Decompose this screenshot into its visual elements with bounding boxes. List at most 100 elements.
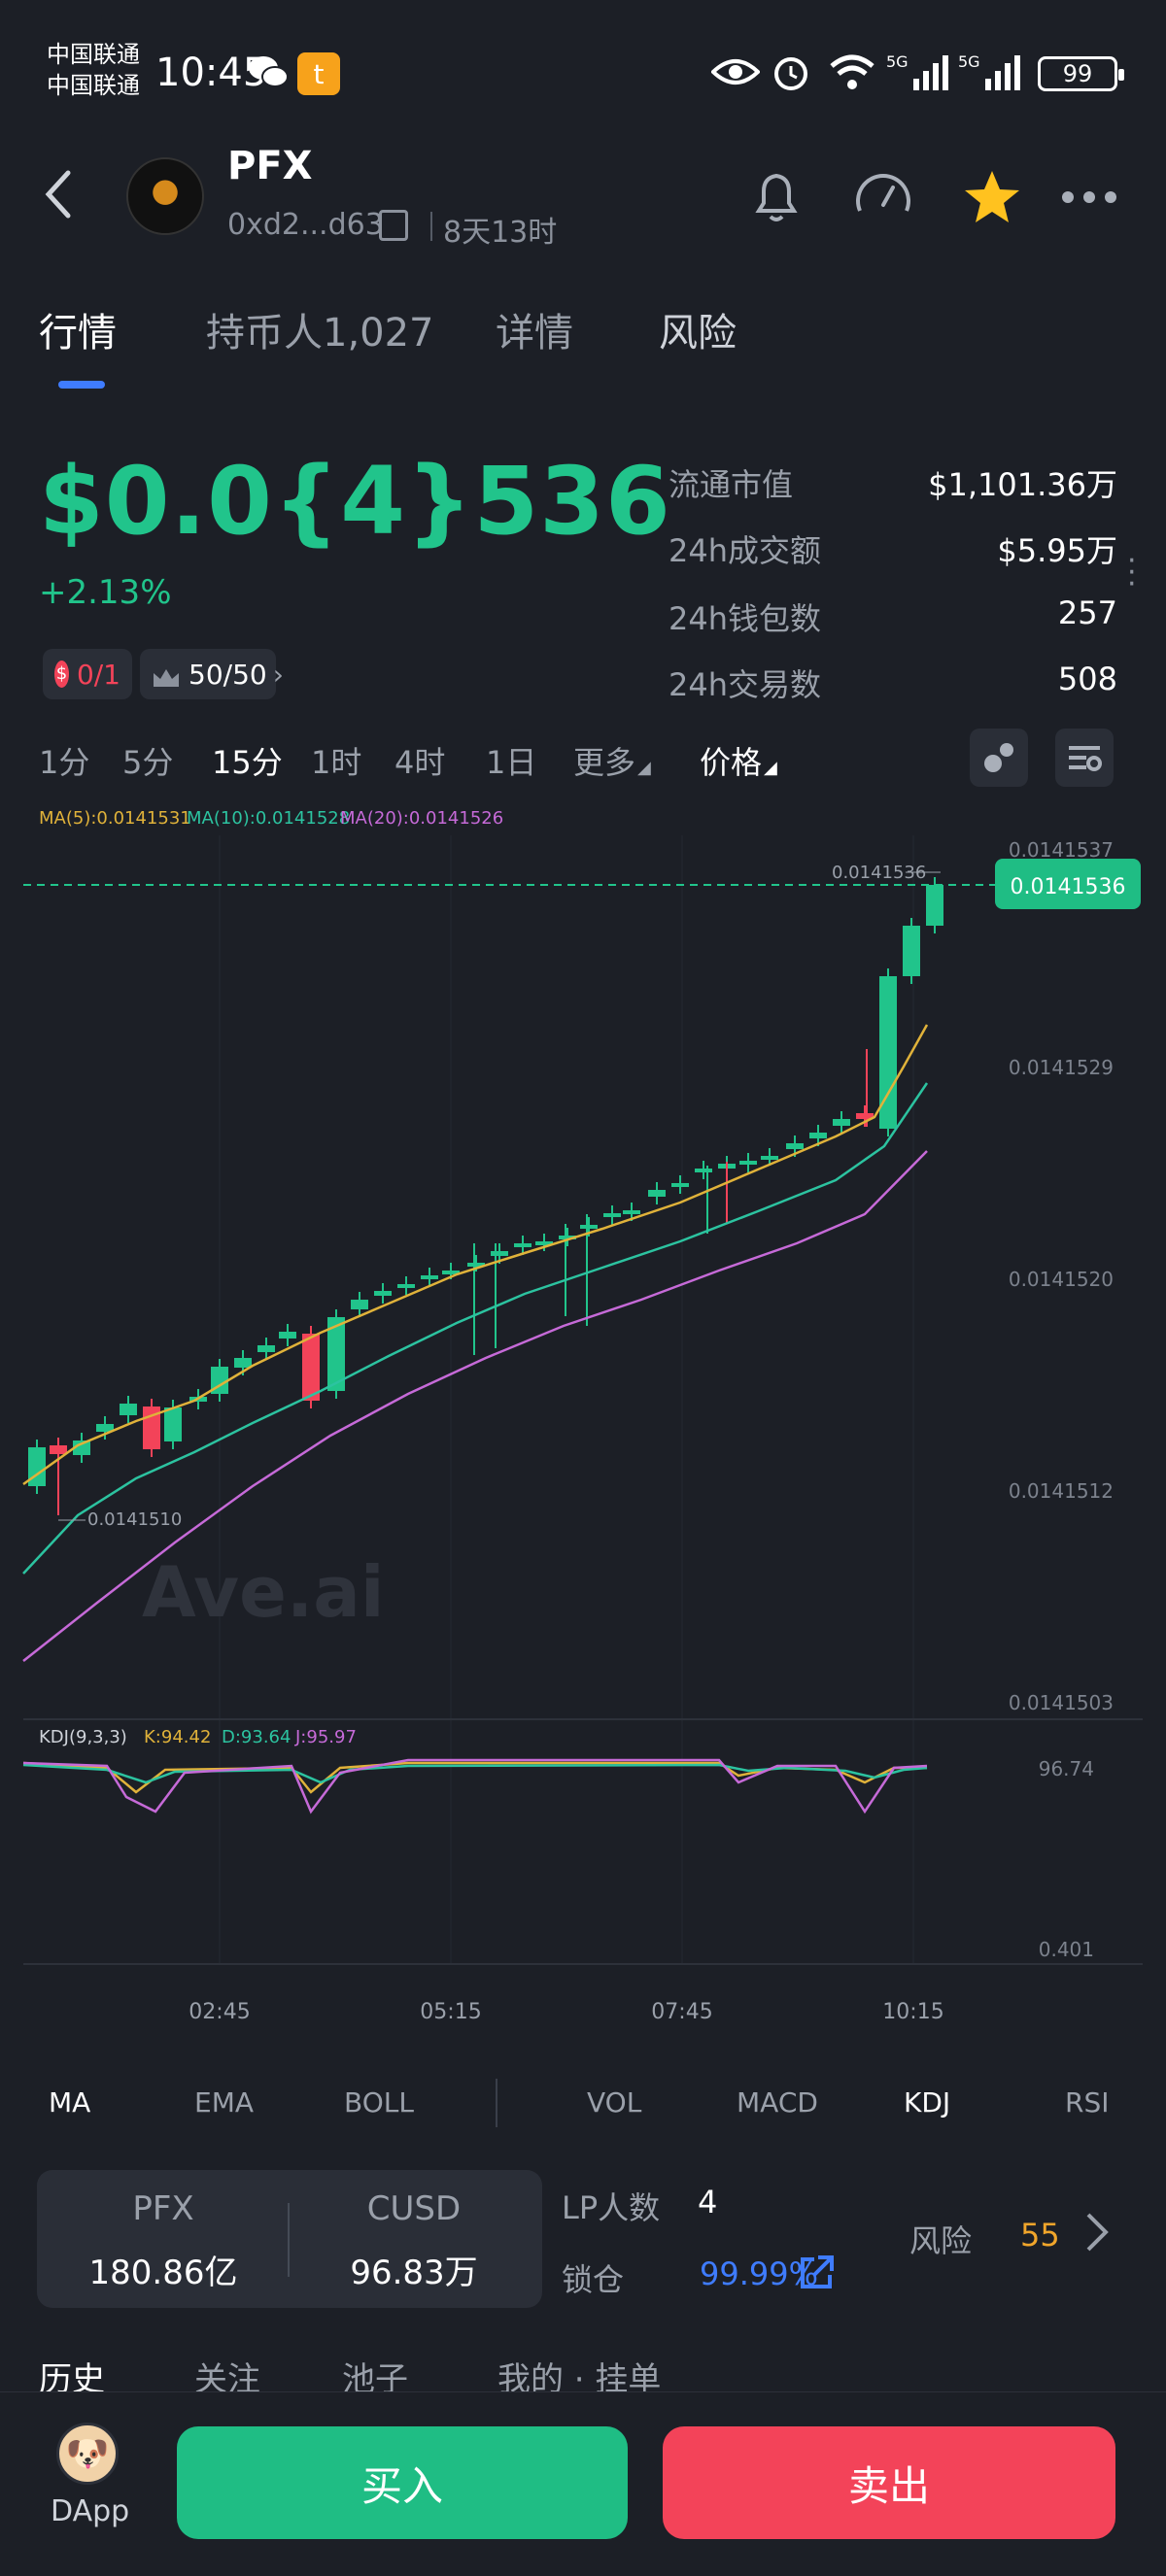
stat-label-trades: 24h交易数 xyxy=(669,666,822,703)
timeframe-15m[interactable]: 15分 xyxy=(212,738,283,783)
tab-details[interactable]: 详情 xyxy=(496,301,573,357)
pool-quote-symbol: CUSD xyxy=(366,2189,462,2228)
indicator-boll[interactable]: BOLL xyxy=(344,2086,414,2118)
x-tick: 10:15 xyxy=(882,2000,943,2024)
money-bag-badge[interactable]: $ 0/1 xyxy=(43,649,132,699)
tab-holders[interactable]: 持币人1,027 xyxy=(206,301,434,357)
candle-body xyxy=(695,1169,712,1172)
candle-body xyxy=(671,1183,689,1187)
candle-body xyxy=(648,1190,666,1197)
crown-icon xyxy=(152,663,181,687)
price-change: +2.13% xyxy=(39,573,172,612)
timeframe-1m[interactable]: 1分 xyxy=(39,738,89,783)
candle-body xyxy=(257,1345,275,1352)
alarm-icon xyxy=(768,52,814,91)
candle-body xyxy=(514,1243,532,1247)
tab-risk[interactable]: 风险 xyxy=(659,301,737,357)
candle-body xyxy=(164,1407,182,1441)
indicator-separator xyxy=(496,2079,497,2127)
carrier-2: 中国联通 xyxy=(47,72,140,99)
stat-label-wallets: 24h钱包数 xyxy=(669,600,822,637)
star-icon[interactable] xyxy=(958,163,1026,231)
divider xyxy=(430,212,432,241)
kdj-legend-name: KDJ(9,3,3) xyxy=(39,1727,127,1747)
candle-body xyxy=(786,1143,804,1149)
badge-2-value: 50/50 xyxy=(189,658,267,691)
timeframe-4h[interactable]: 4时 xyxy=(394,738,445,783)
top-holders-badge[interactable]: 50/50 › xyxy=(140,649,284,699)
timeframe-5m[interactable]: 5分 xyxy=(122,738,173,783)
ma5-legend: MA(5):0.0141531 xyxy=(39,808,191,829)
kdj-tick: 0.401 xyxy=(1039,1938,1094,1961)
copy-icon[interactable] xyxy=(379,210,408,241)
timeframe-1d[interactable]: 1日 xyxy=(486,738,536,783)
chart-settings-button[interactable] xyxy=(1055,729,1114,787)
stat-label-volume: 24h成交额 xyxy=(669,532,822,569)
vertical-more-icon[interactable]: · · · xyxy=(1127,547,1137,599)
candle-body xyxy=(279,1332,296,1339)
pool-token-amount: 180.86亿 xyxy=(88,2254,238,2292)
candle-body xyxy=(374,1291,392,1296)
wifi-icon xyxy=(826,52,878,91)
candle-body xyxy=(739,1161,757,1165)
dropdown-triangle-icon: ◢ xyxy=(637,758,651,778)
candle-body xyxy=(397,1284,415,1288)
eye-icon xyxy=(709,52,762,91)
indicator-macd[interactable]: MACD xyxy=(737,2086,818,2118)
back-icon xyxy=(45,170,71,219)
token-address: 0xd2...d63c xyxy=(227,208,400,242)
dapp-icon[interactable]: 🐶 xyxy=(56,2423,119,2485)
current-price: $0.0{4}536 xyxy=(39,447,671,556)
candle-body xyxy=(234,1358,252,1368)
y-tick: 0.0141537 xyxy=(1009,838,1114,862)
ma20-legend: MA(20):0.0141526 xyxy=(340,808,504,829)
bell-icon[interactable] xyxy=(742,163,810,231)
taobao-icon: t xyxy=(297,52,340,95)
divider xyxy=(288,2203,290,2277)
y-tick: 0.0141503 xyxy=(1009,1691,1114,1714)
token-age: 8天13时 xyxy=(443,216,558,250)
tab-market[interactable]: 行情 xyxy=(39,301,117,357)
x-tick: 07:45 xyxy=(651,2000,712,2024)
indicator-vol[interactable]: VOL xyxy=(587,2086,641,2118)
more-icon[interactable] xyxy=(1055,163,1123,231)
risk-label[interactable]: 风险 xyxy=(909,2217,972,2261)
x-tick: 05:15 xyxy=(420,2000,481,2024)
risk-score[interactable]: 55 xyxy=(1020,2217,1060,2254)
token-name: PFX xyxy=(227,144,313,188)
buy-button[interactable]: 买入 xyxy=(177,2426,628,2539)
y-tick: 0.0141520 xyxy=(1009,1268,1114,1291)
gauge-icon[interactable] xyxy=(849,163,917,231)
badge-1-value: 0/1 xyxy=(76,658,120,691)
timeframe-more[interactable]: 更多 ◢ xyxy=(573,738,651,783)
external-link-icon[interactable] xyxy=(797,2254,836,2292)
price-chart[interactable]: Ave.ai 0.0141536 0.0141510 0.0141536 0.0… xyxy=(0,835,1166,2040)
candle-body xyxy=(809,1133,827,1138)
back-button[interactable] xyxy=(39,165,87,227)
money-bag-icon: $ xyxy=(54,661,69,688)
sell-button[interactable]: 卖出 xyxy=(663,2426,1115,2539)
low-label: 0.0141510 xyxy=(87,1509,182,1530)
chevron-right-icon: › xyxy=(272,658,284,691)
settings-icon xyxy=(1069,746,1102,771)
indicator-rsi[interactable]: RSI xyxy=(1065,2086,1110,2118)
tab-underline xyxy=(58,381,105,389)
candle-body xyxy=(421,1275,438,1279)
stat-value-trades: 508 xyxy=(1057,661,1117,697)
drawing-tool-button[interactable] xyxy=(970,729,1028,787)
ma10-legend: MA(10):0.0141528 xyxy=(187,808,351,829)
5g-signal-icon: 5G xyxy=(958,52,1022,91)
y-tick: 0.0141529 xyxy=(1009,1056,1114,1079)
timeframe-1h[interactable]: 1时 xyxy=(311,738,361,783)
watermark: Ave.ai xyxy=(142,1551,385,1633)
5g-signal-icon: 5G xyxy=(886,52,950,91)
battery-level: 99 xyxy=(1062,60,1093,87)
chevron-right-icon[interactable] xyxy=(1082,2209,1117,2257)
indicator-ma[interactable]: MA xyxy=(49,2086,90,2118)
dapp-label[interactable]: DApp xyxy=(51,2494,129,2528)
timeframe-more-label: 更多 xyxy=(573,744,636,781)
indicator-ema[interactable]: EMA xyxy=(194,2086,254,2118)
candle-body xyxy=(603,1213,621,1217)
indicator-kdj[interactable]: KDJ xyxy=(904,2086,950,2118)
price-mode-select[interactable]: 价格 ◢ xyxy=(700,738,777,783)
